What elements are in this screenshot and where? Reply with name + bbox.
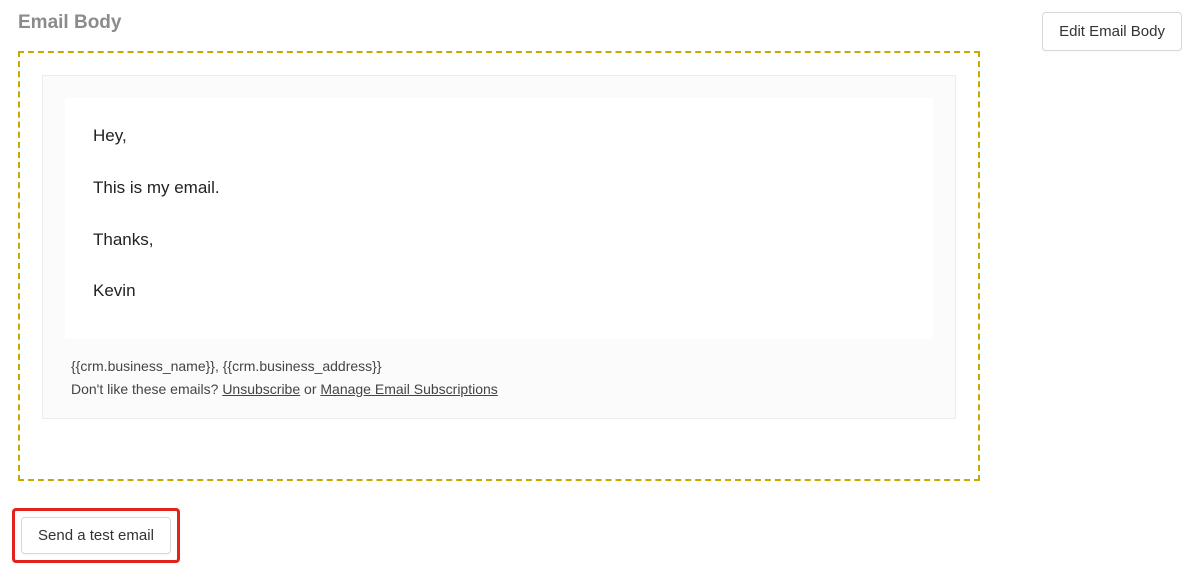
edit-email-body-button[interactable]: Edit Email Body	[1042, 12, 1182, 51]
footer-merge-tags: {{crm.business_name}}, {{crm.business_ad…	[71, 355, 927, 377]
section-header: Email Body Edit Email Body	[0, 0, 1200, 51]
send-test-row: Send a test email	[12, 508, 180, 563]
footer-or: or	[300, 381, 320, 397]
email-wrapper: Hey, This is my email. Thanks, Kevin {{c…	[42, 75, 956, 419]
highlight-annotation: Send a test email	[12, 508, 180, 563]
footer-unsubscribe-line: Don't like these emails? Unsubscribe or …	[71, 378, 927, 400]
email-content: Hey, This is my email. Thanks, Kevin	[65, 98, 933, 339]
email-footer: {{crm.business_name}}, {{crm.business_ad…	[43, 349, 955, 418]
email-line: This is my email.	[93, 176, 905, 200]
section-title: Email Body	[18, 12, 121, 34]
footer-prefix: Don't like these emails?	[71, 381, 222, 397]
email-line: Hey,	[93, 124, 905, 148]
manage-subscriptions-link[interactable]: Manage Email Subscriptions	[320, 381, 497, 397]
email-body-preview: Hey, This is my email. Thanks, Kevin {{c…	[18, 51, 980, 481]
send-test-email-button[interactable]: Send a test email	[21, 517, 171, 554]
unsubscribe-link[interactable]: Unsubscribe	[222, 381, 300, 397]
email-line: Thanks,	[93, 228, 905, 252]
email-line: Kevin	[93, 279, 905, 303]
